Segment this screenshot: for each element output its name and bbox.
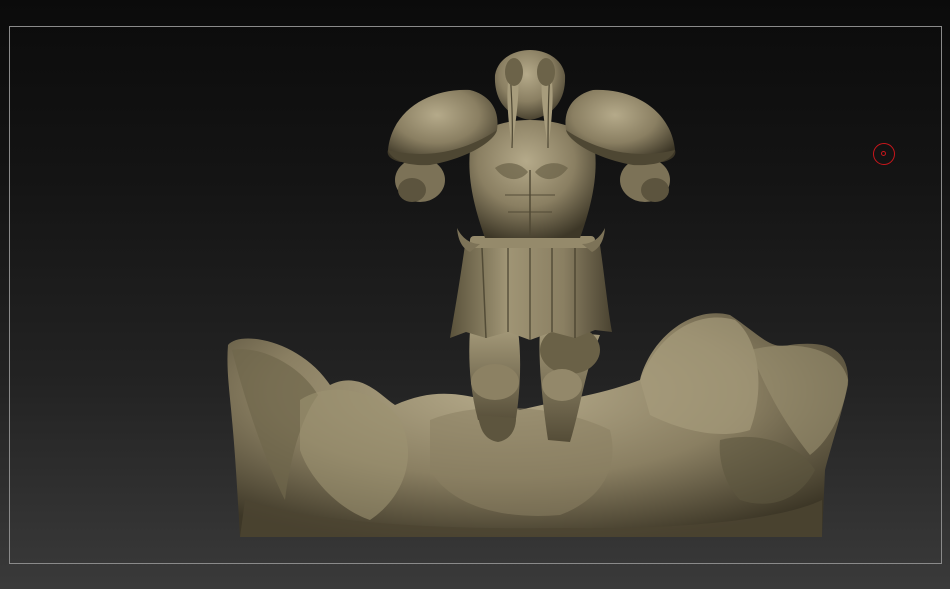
canvas-viewport[interactable] — [0, 0, 950, 589]
brush-cursor-center — [881, 151, 886, 156]
document-frame — [9, 26, 942, 564]
brush-cursor-icon — [873, 143, 895, 165]
